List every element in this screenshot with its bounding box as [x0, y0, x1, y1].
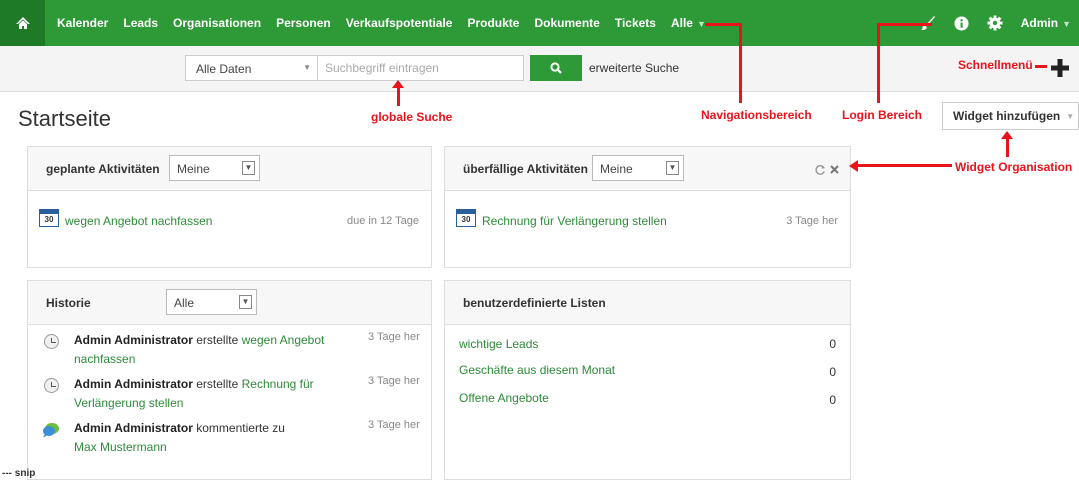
list-item-link[interactable]: Offene Angebote — [459, 391, 549, 405]
calendar-icon: 30 — [456, 209, 476, 227]
search-filter-select[interactable]: Alle Daten ▼ — [185, 55, 318, 81]
annotation-arrow — [877, 23, 932, 26]
history-entry: Admin Administrator kommentierte zu Max … — [74, 419, 344, 457]
age-text: 3 Tage her — [786, 215, 838, 227]
plus-icon[interactable] — [1050, 58, 1070, 78]
calendar-day: 30 — [44, 215, 54, 224]
chevron-down-icon: ▼ — [666, 161, 679, 175]
nav-item-alle[interactable]: Alle ▼ — [671, 16, 706, 30]
planned-filter-value: Meine — [177, 162, 210, 176]
annotation-widget-org: Widget Organisation — [955, 160, 1073, 174]
nav-item-alle-label: Alle — [670, 16, 693, 30]
planned-filter-select[interactable]: Meine ▼ — [169, 155, 260, 181]
calendar-day: 30 — [461, 215, 471, 224]
widget-title: Historie — [46, 296, 91, 310]
home-icon — [15, 17, 30, 29]
chevron-down-icon: ▼ — [1062, 19, 1071, 29]
annotation-arrowhead — [849, 160, 858, 172]
history-widget: Historie Alle ▼ Admin Administrator erst… — [27, 280, 432, 480]
history-time: 3 Tage her — [368, 375, 420, 387]
clock-icon — [44, 378, 59, 393]
history-time: 3 Tage her — [368, 331, 420, 343]
list-item-count: 0 — [829, 365, 836, 379]
list-item-count: 0 — [829, 337, 836, 351]
clock-icon — [44, 334, 59, 349]
admin-menu[interactable]: Admin ▼ — [1021, 16, 1071, 30]
search-button[interactable] — [530, 55, 582, 81]
history-action: erstellte — [196, 333, 239, 347]
custom-lists-widget: benutzerdefinierte Listen wichtige Leads… — [444, 280, 851, 480]
search-input[interactable] — [317, 55, 524, 81]
history-entry: Admin Administrator erstellte Rechnung f… — [74, 375, 344, 413]
planned-activity-link[interactable]: wegen Angebot nachfassen — [65, 214, 212, 228]
annotation-schnellmenu: Schnellmenü — [958, 58, 1033, 72]
history-user: Admin Administrator — [74, 333, 193, 347]
overdue-activity-link[interactable]: Rechnung für Verlängerung stellen — [482, 214, 667, 228]
nav-item-personen[interactable]: Personen — [276, 16, 331, 30]
comment-icon — [43, 423, 59, 438]
overdue-activities-widget: überfällige Aktivitäten Meine ▼ 30 Rechn… — [444, 146, 851, 268]
gear-icon[interactable] — [987, 15, 1003, 31]
chevron-down-icon: ▼ — [1066, 111, 1075, 121]
list-item-count: 0 — [829, 393, 836, 407]
search-icon — [550, 62, 562, 74]
close-icon[interactable] — [830, 165, 839, 174]
annotation-nav-area: Navigationsbereich — [701, 108, 812, 122]
annotation-arrow — [739, 23, 742, 103]
search-filter-value: Alle Daten — [196, 62, 252, 76]
snip-marker: --- snip — [2, 468, 36, 479]
nav-item-dokumente[interactable]: Dokumente — [534, 16, 599, 30]
calendar-icon: 30 — [39, 209, 59, 227]
history-user: Admin Administrator — [74, 421, 193, 435]
admin-label: Admin — [1020, 16, 1059, 30]
overdue-filter-value: Meine — [600, 162, 633, 176]
extended-search-link[interactable]: erweiterte Suche — [589, 61, 679, 75]
list-item-link[interactable]: Geschäfte aus diesem Monat — [459, 363, 615, 377]
annotation-arrow — [856, 164, 952, 167]
search-bar: Alle Daten ▼ erweiterte Suche — [0, 46, 1079, 92]
history-entry: Admin Administrator erstellte wegen Ange… — [74, 331, 344, 369]
history-action: erstellte — [196, 377, 239, 391]
nav-item-produkte[interactable]: Produkte — [467, 16, 519, 30]
widget-title: geplante Aktivitäten — [46, 162, 160, 176]
chevron-down-icon: ▼ — [303, 63, 311, 72]
due-text: due in 12 Tage — [347, 215, 419, 227]
planned-activities-widget: geplante Aktivitäten Meine ▼ 30 wegen An… — [27, 146, 432, 268]
refresh-icon[interactable] — [814, 164, 826, 176]
nav-item-kalender[interactable]: Kalender — [57, 16, 108, 30]
history-action: kommentierte zu — [196, 421, 285, 435]
nav-item-organisationen[interactable]: Organisationen — [173, 16, 261, 30]
nav-item-verkaufspotentiale[interactable]: Verkaufspotentiale — [346, 16, 453, 30]
history-filter-value: Alle — [174, 296, 195, 310]
nav-item-tickets[interactable]: Tickets — [615, 16, 656, 30]
add-widget-label: Widget hinzufügen — [953, 109, 1061, 123]
annotation-arrowhead — [392, 80, 404, 88]
annotation-arrow — [877, 23, 880, 103]
annotation-login-area: Login Bereich — [842, 108, 923, 122]
annotation-arrow — [705, 23, 742, 26]
chevron-down-icon: ▼ — [242, 161, 255, 175]
annotation-global-search: globale Suche — [371, 110, 453, 124]
history-time: 3 Tage her — [368, 419, 420, 431]
history-filter-select[interactable]: Alle ▼ — [166, 289, 257, 315]
annotation-arrow — [1035, 65, 1047, 68]
widget-title: benutzerdefinierte Listen — [463, 296, 606, 310]
history-user: Admin Administrator — [74, 377, 193, 391]
history-link[interactable]: Max Mustermann — [74, 440, 167, 454]
chevron-down-icon: ▼ — [239, 295, 252, 309]
info-icon[interactable] — [954, 15, 969, 31]
widget-title: überfällige Aktivitäten — [463, 162, 588, 176]
home-button[interactable] — [0, 0, 45, 46]
nav-item-leads[interactable]: Leads — [123, 16, 158, 30]
add-widget-button[interactable]: Widget hinzufügen ▼ — [942, 102, 1079, 130]
overdue-filter-select[interactable]: Meine ▼ — [592, 155, 684, 181]
list-item-link[interactable]: wichtige Leads — [459, 337, 538, 351]
page-title: Startseite — [18, 106, 111, 131]
annotation-arrowhead — [1001, 131, 1013, 139]
